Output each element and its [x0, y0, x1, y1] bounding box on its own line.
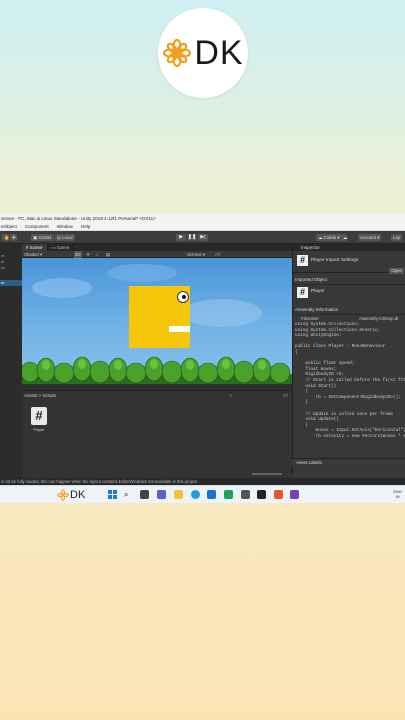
menu-help[interactable]: Help: [81, 223, 90, 230]
script-preview: using System.Collections; using System.Co…: [293, 322, 405, 439]
player-mouth: [169, 326, 190, 332]
tab-inspector[interactable]: Inspector: [293, 244, 405, 251]
tab-game-label: Game: [57, 245, 70, 250]
imported-object-row: # Player: [293, 285, 405, 301]
hierarchy-item-selected[interactable]: er: [0, 280, 22, 286]
unity-editor-icon[interactable]: [257, 490, 266, 499]
visual-studio-icon[interactable]: [290, 490, 299, 499]
menu-bar: eObject Component Window Help: [0, 223, 405, 231]
language-indicator[interactable]: ENG IN: [393, 489, 402, 499]
layers-dropdown[interactable]: Lay: [391, 234, 403, 241]
windows-start-icon[interactable]: [108, 490, 117, 499]
account-dropdown[interactable]: Account ▾: [358, 234, 382, 241]
imported-object-section: Imported Object: [293, 275, 405, 285]
taskbar-watermark: DK: [57, 489, 85, 501]
imported-script-icon: #: [297, 287, 308, 298]
cloud-icon[interactable]: ☁: [341, 234, 347, 241]
menu-component[interactable]: Component: [25, 223, 49, 230]
inspector-title: Player Import Settings: [311, 258, 359, 263]
tab-scene[interactable]: # Scene: [22, 244, 48, 251]
tab-game[interactable]: ▭ Game: [48, 244, 75, 251]
csharp-script-icon[interactable]: #: [31, 407, 47, 425]
code-line: // Start is called before the first fram…: [305, 377, 405, 383]
collab-button[interactable]: ☁ Collab ▾: [316, 234, 342, 241]
file-explorer-icon[interactable]: [174, 490, 183, 499]
tab-scene-label: Scene: [29, 245, 43, 250]
collab-label: Collab: [323, 235, 337, 240]
filename-label: Filename: [301, 316, 319, 321]
account-label: Account: [360, 235, 376, 240]
layers-label: Lay: [393, 235, 401, 240]
local-label: Local: [62, 235, 73, 240]
asset-name[interactable]: Player: [29, 427, 49, 432]
project-item-count: 17: [282, 393, 288, 398]
player-pupil: [182, 295, 186, 299]
search-icon[interactable]: ⌕: [124, 490, 133, 499]
script-file-icon: #: [297, 255, 308, 266]
asset-labels-section: Asset Labels: [292, 458, 405, 466]
code-line: rb = GetComponent<Rigidbody2D>();: [295, 394, 401, 400]
assembly-information-section: Assembly Information: [293, 305, 405, 315]
shaded-label: Shaded: [24, 252, 39, 257]
filename-row: Filename Assembly-CSharp.dl: [293, 315, 405, 322]
project-panel: Assets > Scripts ⌕ 17 # Player: [22, 390, 292, 478]
play-icon[interactable]: ▶: [176, 234, 186, 241]
teams-chat-icon[interactable]: [157, 490, 166, 499]
scene-search-field[interactable]: All: [215, 251, 220, 258]
recorder-icon[interactable]: [274, 490, 283, 499]
project-folders-panel: [0, 390, 22, 478]
center-label: Center: [38, 235, 52, 240]
local-toggle[interactable]: ◎ Local: [55, 234, 75, 241]
effects-icon[interactable]: ▤: [106, 251, 110, 258]
windows-taskbar: DK ⌕ ENG IN: [0, 485, 405, 503]
hand-tool-icon[interactable]: ✋: [2, 234, 9, 241]
2d-toggle[interactable]: 2D: [74, 251, 82, 258]
flower-logo-small-icon: [57, 489, 69, 501]
region-code: IN: [395, 494, 400, 499]
menu-window[interactable]: Window: [57, 223, 73, 230]
breadcrumb[interactable]: Assets > Scripts: [24, 393, 56, 398]
move-tool-icon[interactable]: ✥: [10, 234, 17, 241]
unity-editor-window: Scene - PC, Mac & Linux Standalone - Uni…: [0, 214, 405, 503]
channel-logo: DK: [158, 8, 248, 98]
open-button[interactable]: Open: [389, 268, 404, 274]
center-toggle[interactable]: ▣ Center: [31, 234, 54, 241]
flower-logo-icon: [163, 38, 192, 68]
imported-object-name: Player: [311, 289, 325, 294]
status-bar: d not be fully loaded, this can happen w…: [0, 478, 405, 485]
store-icon[interactable]: [207, 490, 216, 499]
shading-mode-dropdown[interactable]: Shaded ▾: [24, 251, 42, 258]
icon-size-slider[interactable]: [252, 473, 282, 475]
filename-value: Assembly-CSharp.dl: [359, 316, 399, 321]
gizmos-dropdown[interactable]: Gizmos ▾: [187, 251, 205, 258]
unity-hub-icon[interactable]: [241, 490, 250, 499]
lighting-icon[interactable]: ☀: [86, 251, 90, 258]
audio-icon[interactable]: ♪: [96, 251, 98, 258]
code-line: rb.velocity = new Vector2(movex * speed,…: [315, 433, 405, 439]
scene-toolbar: Shaded ▾ 2D ☀ ♪ ▤ Gizmos ▾ All: [22, 251, 292, 258]
play-controls: ▶ ❚❚ ▶|: [176, 234, 208, 241]
gizmos-label: Gizmos: [187, 252, 202, 257]
inspector-header: # Player Import Settings Open: [293, 251, 405, 274]
inspector-panel: Inspector # Player Import Settings Open …: [292, 244, 405, 474]
main-toolbar: ✋ ✥ ▣ Center ◎ Local ▶ ❚❚ ▶| ☁ Collab ▾ …: [0, 231, 405, 244]
taskbar-logo-text: DK: [70, 489, 86, 501]
player-eye: [177, 291, 189, 303]
step-icon[interactable]: ▶|: [198, 234, 208, 241]
edge-browser-icon[interactable]: [191, 490, 200, 499]
scene-viewport[interactable]: [22, 258, 292, 384]
project-search-icon[interactable]: ⌕: [229, 393, 232, 398]
window-title: Scene - PC, Mac & Linux Standalone - Uni…: [0, 214, 405, 223]
logo-text: DK: [194, 33, 244, 72]
view-tabs: # Scene ▭ Game: [22, 244, 292, 251]
bushes-foreground: [22, 356, 292, 384]
player-sprite[interactable]: [129, 286, 190, 348]
menu-gameobject[interactable]: eObject: [1, 223, 17, 230]
camtasia-icon[interactable]: [224, 490, 233, 499]
pause-icon[interactable]: ❚❚: [187, 234, 197, 241]
task-view-icon[interactable]: [140, 490, 149, 499]
hierarchy-item[interactable]: ra: [0, 265, 22, 271]
